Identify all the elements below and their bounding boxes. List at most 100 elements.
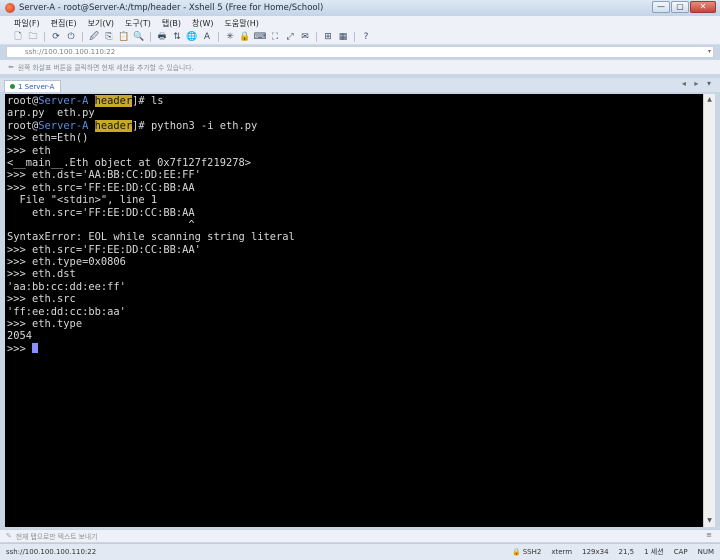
menu-file[interactable]: 파일(F): [14, 18, 40, 29]
terminal-command: ls: [150, 95, 164, 107]
prompt-dir: header: [94, 119, 133, 132]
terminal-line: >>> eth: [7, 144, 51, 157]
compose-bar: ✎ 현재 탭으로만 텍스트 보내기 ≡: [0, 529, 720, 542]
terminal-line: ^: [7, 218, 195, 231]
status-right: 🔒 SSH2 xterm 129x34 21,5 1 세션 CAP NUM: [512, 547, 714, 557]
menu-window[interactable]: 창(W): [192, 18, 214, 29]
secure-lock-icon: 🔒: [512, 548, 521, 556]
toolbar-separator: [150, 32, 151, 42]
prompt-suffix: ]#: [132, 119, 151, 132]
fullscreen-icon[interactable]: ⛶: [269, 32, 281, 43]
color-icon[interactable]: ✳: [224, 32, 236, 43]
help-icon[interactable]: ?: [360, 32, 372, 43]
open-folder-icon[interactable]: 🗀: [27, 32, 39, 43]
protocol-label: SSH2: [522, 548, 542, 556]
session-tab-bar: 1 Server-A ◂ ▸ ▾: [0, 78, 720, 92]
status-caps: CAP: [673, 548, 688, 556]
terminal-line: 2054: [7, 330, 33, 343]
maximize-button[interactable]: ▢: [671, 1, 689, 13]
arrow-left-icon[interactable]: ⬅: [8, 63, 14, 71]
status-term: xterm: [551, 548, 573, 556]
menu-bar: 파일(F) 편집(E) 보기(V) 도구(T) 탭(B) 창(W) 도움말(H): [0, 16, 720, 30]
menu-edit[interactable]: 편집(E): [51, 18, 77, 29]
toolbar-separator: [354, 32, 355, 42]
terminal-line: 'ff:ee:dd:cc:bb:aa': [7, 305, 126, 318]
prompt-host: Server-A: [38, 119, 89, 132]
terminal-line: >>> eth.type=0x0806: [7, 256, 126, 269]
terminal-line: root@Server-A header]# ls: [7, 95, 701, 107]
status-size: 129x34: [582, 548, 609, 556]
close-button[interactable]: ✕: [690, 1, 716, 13]
compose-bar-icon[interactable]: ✎: [6, 532, 12, 540]
terminal-line: SyntaxError: EOL while scanning string l…: [7, 231, 295, 244]
terminal-line: >>> eth.src='FF:EE:DD:CC:BB:AA': [7, 243, 201, 256]
font-icon[interactable]: A: [201, 32, 213, 43]
title-bar: Server-A - root@Server-A:/tmp/header - X…: [0, 0, 720, 16]
minimize-button[interactable]: —: [652, 1, 670, 13]
terminal-line: >>> eth.dst: [7, 268, 76, 281]
terminal-line: >>> eth.src='FF:EE:DD:CC:BB:AA: [7, 181, 195, 194]
terminal-line: >>> eth.src: [7, 293, 76, 306]
terminal-line: >>> eth.dst='AA:BB:CC:DD:EE:FF': [7, 169, 201, 182]
find-icon[interactable]: 🔍: [133, 32, 145, 43]
menu-tab[interactable]: 탭(B): [162, 18, 181, 29]
xshell-app-icon: [5, 3, 15, 13]
window-title: Server-A - root@Server-A:/tmp/header - X…: [19, 3, 324, 13]
terminal-line: arp.py eth.py: [7, 107, 95, 120]
paste-icon[interactable]: 📋: [118, 32, 130, 43]
terminal-area[interactable]: root@Server-A header]# ls arp.py eth.py …: [5, 94, 703, 527]
lock-icon[interactable]: 🔒: [239, 32, 251, 43]
menu-help[interactable]: 도움말(H): [225, 18, 259, 29]
copy-icon[interactable]: ⎘: [103, 32, 115, 43]
window-controls: — ▢ ✕: [652, 1, 716, 13]
terminal-line: File "<stdin>", line 1: [7, 194, 158, 207]
address-bar[interactable]: ssh://100.100.100.110:22 ▾: [6, 46, 714, 58]
new-session-icon[interactable]: 🗋: [12, 32, 24, 43]
status-bar: ssh://100.100.100.110:22 🔒 SSH2 xterm 129…: [0, 543, 720, 560]
quick-command-bar: ⬅ 원쪽 화살표 버튼을 클릭하면 현재 세션을 추가할 수 있습니다.: [0, 60, 720, 75]
tile-icon[interactable]: ▦: [337, 32, 349, 43]
compose-icon[interactable]: ✉: [299, 32, 311, 43]
toolbar-separator: [44, 32, 45, 42]
status-sessions: 1 세션: [644, 548, 664, 556]
tab-server-a[interactable]: 1 Server-A: [4, 80, 62, 92]
address-dropdown-icon[interactable]: ▾: [708, 47, 711, 57]
python-prompt: >>>: [7, 342, 33, 355]
menu-tools[interactable]: 도구(T): [125, 18, 151, 29]
properties-icon[interactable]: 🖉: [88, 32, 100, 43]
prompt-user: root: [7, 119, 33, 132]
compose-hint-text: 현재 탭으로만 텍스트 보내기: [15, 533, 98, 541]
terminal-line: eth.src='FF:EE:DD:CC:BB:AA: [7, 206, 195, 219]
terminal-line: >>>: [7, 342, 701, 355]
reconnect-icon[interactable]: ⟳: [50, 32, 62, 43]
terminal-scrollbar[interactable]: ▲ ▼: [703, 94, 715, 527]
prompt-user: root: [7, 95, 33, 107]
status-protocol: 🔒 SSH2: [512, 548, 541, 556]
compose-menu-icon[interactable]: ≡: [706, 531, 712, 539]
terminal-line: >>> eth.type: [7, 318, 83, 331]
new-tab-icon[interactable]: ⊞: [322, 32, 334, 43]
toolbar-separator: [82, 32, 83, 42]
toolbar: 🗋 🗀 ⟳ ⏻ 🖉 ⎘ 📋 🔍 🖶 ⇅ 🌐 A ✳ 🔒 ⌨ ⛶ ⤢ ✉ ⊞ ▦ …: [0, 30, 720, 45]
globe-icon[interactable]: 🌐: [186, 32, 198, 43]
terminal-command: python3 -i eth.py: [150, 119, 258, 132]
menu-view[interactable]: 보기(V): [88, 18, 114, 29]
tab-label: 1 Server-A: [18, 82, 55, 91]
tab-navigation[interactable]: ◂ ▸ ▾: [682, 79, 714, 88]
terminal-line: >>> eth=Eth(): [7, 132, 89, 145]
zoom-icon[interactable]: ⤢: [284, 32, 296, 43]
prompt-dir: header: [94, 95, 133, 107]
print-icon[interactable]: 🖶: [156, 32, 168, 43]
address-value: ssh://100.100.100.110:22: [25, 48, 116, 56]
scroll-down-icon[interactable]: ▼: [704, 515, 715, 527]
transfer-icon[interactable]: ⇅: [171, 32, 183, 43]
disconnect-icon[interactable]: ⏻: [65, 32, 77, 43]
terminal-line: root@Server-A header]# python3 -i eth.py: [7, 119, 701, 132]
keyboard-icon[interactable]: ⌨: [254, 32, 267, 43]
quick-hint-text: 원쪽 화살표 버튼을 클릭하면 현재 세션을 추가할 수 있습니다.: [17, 64, 194, 72]
prompt-host: Server-A: [38, 95, 89, 107]
terminal-line: 'aa:bb:cc:dd:ee:ff': [7, 280, 126, 293]
scroll-up-icon[interactable]: ▲: [704, 94, 715, 106]
status-num: NUM: [697, 548, 714, 556]
terminal-line: <__main__.Eth object at 0x7f127f219278>: [7, 156, 251, 169]
